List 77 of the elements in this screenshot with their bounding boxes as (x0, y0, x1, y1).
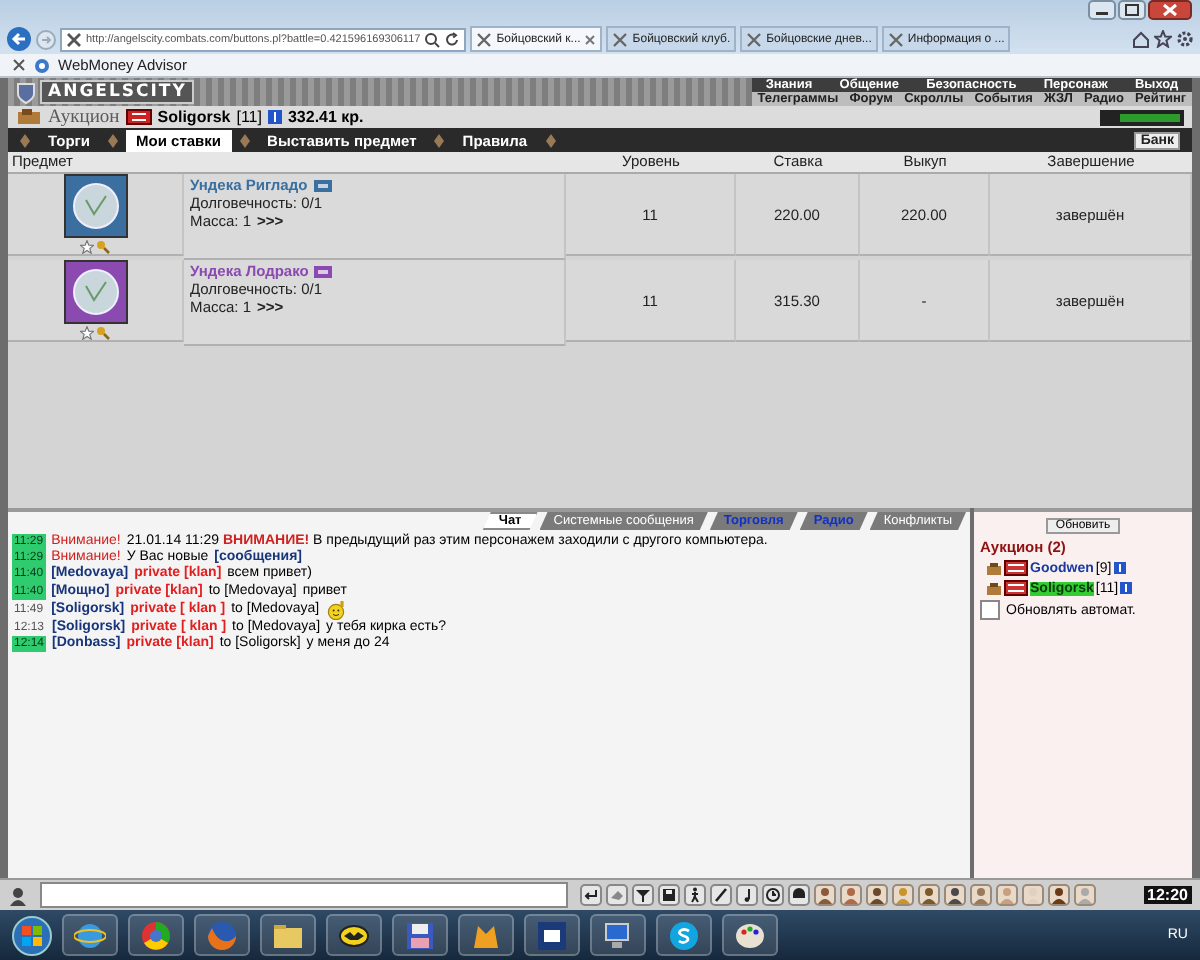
key-icon (96, 240, 110, 254)
user-name[interactable]: Soligorsk (157, 108, 231, 126)
portrait-icon[interactable] (918, 884, 940, 906)
search-icon[interactable] (424, 31, 441, 47)
clan-emblem-icon (125, 108, 152, 126)
clan-emblem-icon (1004, 560, 1028, 576)
taskbar-button[interactable] (62, 914, 118, 956)
close-tab-icon[interactable] (584, 33, 597, 45)
star-icon[interactable] (1154, 30, 1172, 48)
taskbar-button[interactable] (458, 914, 514, 956)
taskbar-button[interactable] (128, 914, 184, 956)
wallet-logo-icon (34, 57, 50, 73)
user-level: [11] (236, 108, 262, 126)
music-note-icon[interactable] (736, 884, 758, 906)
diamond-icon (108, 133, 119, 147)
taskbar-button[interactable] (392, 914, 448, 956)
bag-icon (986, 581, 1002, 595)
close-icon[interactable] (12, 58, 26, 72)
maximize-icon[interactable] (1118, 0, 1146, 20)
enter-arrow-icon[interactable] (580, 884, 602, 906)
helmet-icon[interactable] (788, 884, 810, 906)
letter-s-bubble-icon (668, 919, 700, 951)
folder-icon (272, 919, 304, 951)
taskbar-button[interactable] (326, 914, 382, 956)
game-clock: 12:20 (1143, 886, 1192, 904)
close-icon[interactable] (1148, 0, 1192, 20)
key-icon (96, 326, 110, 340)
user-silhouette-icon[interactable] (8, 885, 28, 905)
walking-figure-icon[interactable] (684, 884, 706, 906)
filter-icon[interactable] (632, 884, 654, 906)
circle-logo-icon (140, 919, 172, 951)
star-icon[interactable] (80, 240, 94, 254)
chat-input[interactable] (40, 882, 568, 908)
portrait-icon[interactable] (1048, 884, 1070, 906)
info-icon[interactable] (1113, 562, 1126, 574)
save-icon[interactable] (658, 884, 680, 906)
info-icon[interactable] (267, 110, 282, 124)
game-logo: ANGELSCITY (40, 80, 195, 104)
back-icon[interactable] (6, 26, 32, 52)
taskbar-button[interactable] (590, 914, 646, 956)
taskbar-button[interactable] (722, 914, 778, 956)
crossed-swords-icon (612, 31, 629, 47)
refresh-icon[interactable] (444, 31, 461, 47)
home-icon[interactable] (1132, 30, 1150, 48)
diamond-icon (434, 133, 445, 147)
bat-emblem-icon (338, 919, 370, 951)
page-title: Аукцион (48, 107, 120, 127)
crossed-swords-icon (476, 31, 493, 47)
taskbar-button[interactable] (656, 914, 712, 956)
taskbar-button[interactable] (260, 914, 316, 956)
crossed-swords-icon (746, 31, 763, 47)
diamond-icon (545, 133, 556, 147)
portrait-icon[interactable] (814, 884, 836, 906)
slash-icon[interactable] (710, 884, 732, 906)
diamond-icon (239, 133, 250, 147)
crossed-swords-icon (887, 31, 904, 47)
start-button[interactable] (12, 915, 52, 955)
favicon-icon (66, 31, 82, 47)
taskbar-button[interactable] (524, 914, 580, 956)
star-icon[interactable] (80, 326, 94, 340)
tag-icon (314, 265, 333, 277)
tag-icon (313, 179, 332, 191)
portrait-icon[interactable] (944, 884, 966, 906)
money-amount: 332.41 кр. (287, 108, 364, 126)
info-icon[interactable] (1120, 582, 1133, 594)
auto-refresh-checkbox[interactable] (980, 600, 1000, 620)
minimize-icon[interactable] (1088, 0, 1116, 20)
paint-palette-icon (734, 919, 766, 951)
clan-emblem-icon (1004, 580, 1028, 596)
diamond-icon (20, 133, 30, 147)
settings-icon[interactable] (1176, 30, 1194, 48)
portrait-icon[interactable] (866, 884, 888, 906)
network-computer-icon (602, 919, 634, 951)
clock-icon[interactable] (762, 884, 784, 906)
portrait-icon[interactable] (970, 884, 992, 906)
bag-icon (986, 561, 1002, 575)
portrait-icon[interactable] (840, 884, 862, 906)
